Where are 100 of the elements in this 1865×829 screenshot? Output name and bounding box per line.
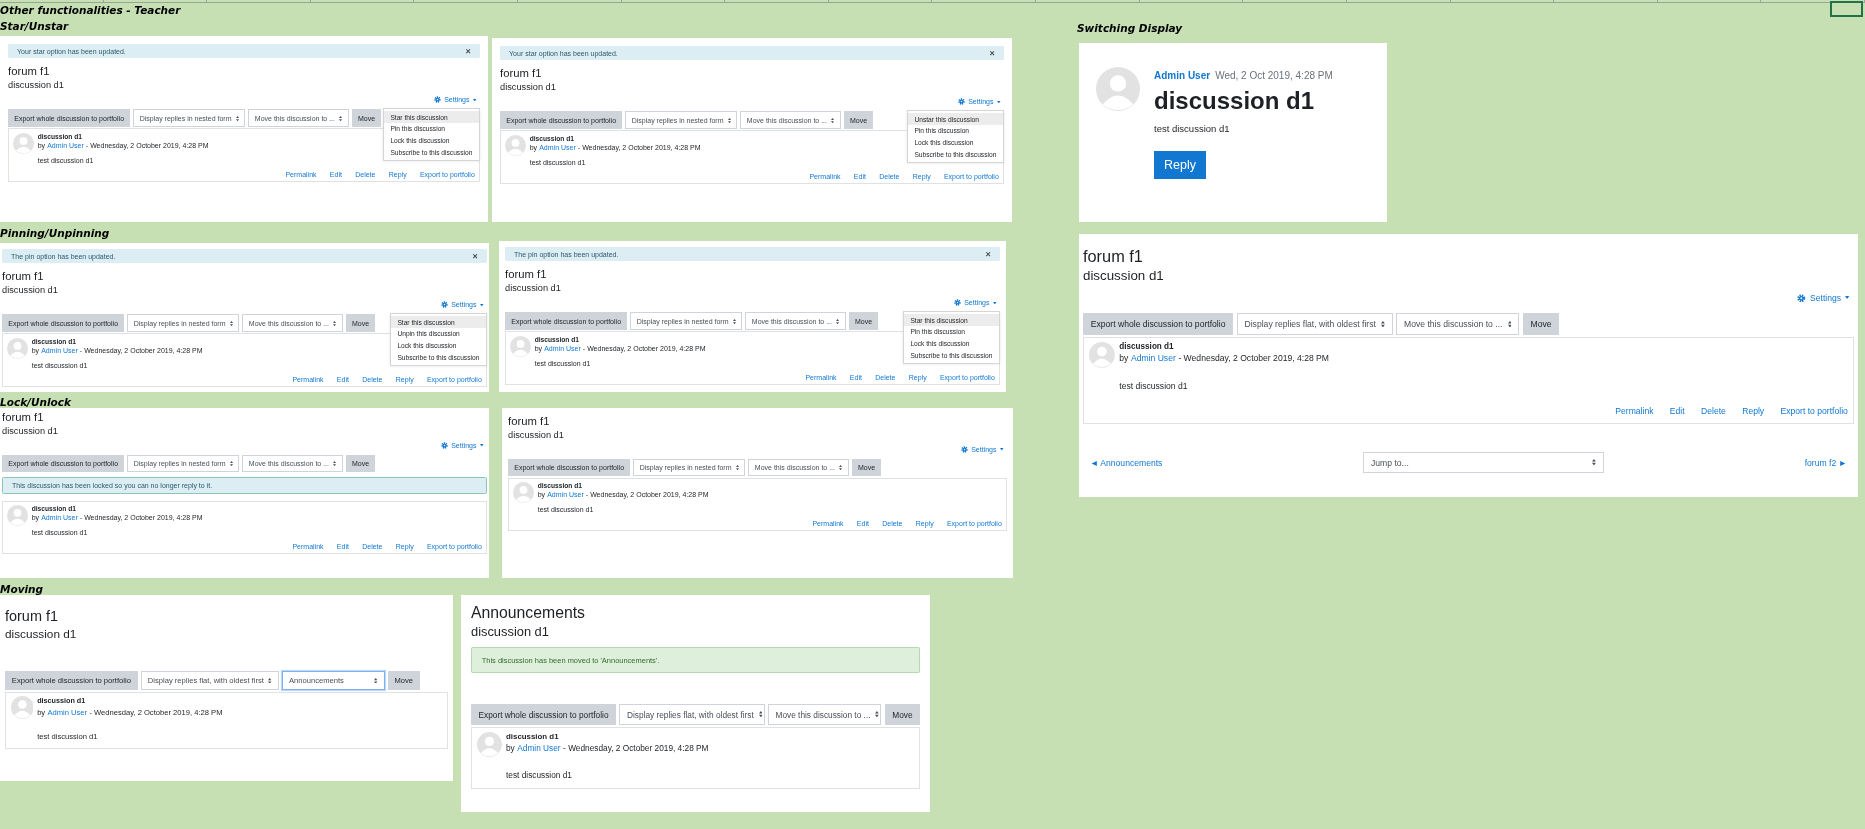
updown-arrows-icon: [735, 465, 739, 471]
author-link[interactable]: Admin User: [1130, 353, 1176, 364]
post-body: test discussion d1: [1154, 123, 1230, 134]
gear-icon: [433, 96, 441, 104]
caret-icon: [993, 301, 997, 305]
by-label: by: [1119, 353, 1129, 364]
forum-title: forum f1: [2, 269, 45, 285]
section-heading: Moving: [0, 583, 44, 595]
post-date: Wed, 2 Oct 2019, 4:28 PM: [1215, 70, 1333, 81]
updown-arrows-icon: [339, 115, 343, 121]
updown-arrows-icon: [1381, 320, 1385, 328]
export-button[interactable]: Export whole discussion to portfolio: [1083, 313, 1234, 335]
section-heading: Pinning/Unpinning: [0, 227, 110, 239]
updown-arrows-icon: [1592, 459, 1597, 466]
updown-arrows-icon: [831, 117, 835, 123]
avatar-icon: [7, 337, 29, 359]
section-heading: Switching Display: [1077, 22, 1183, 34]
avatar-icon: [7, 505, 29, 527]
post-body: test discussion d1: [1119, 380, 1189, 391]
updown-arrows-icon: [235, 115, 239, 121]
forum-title: forum f1: [505, 267, 548, 283]
updown-arrows-icon: [839, 465, 843, 471]
updown-arrows-icon: [758, 711, 763, 718]
avatar-icon: [13, 132, 35, 154]
previous-forum-link[interactable]: ◄ Announcements: [1089, 457, 1163, 468]
updown-arrows-icon: [333, 320, 337, 326]
author-link[interactable]: Admin User: [517, 743, 561, 754]
discussion-title: discussion d1: [1083, 267, 1165, 286]
gear-icon: [957, 98, 965, 106]
close-icon[interactable]: [464, 48, 471, 55]
caret-icon: [1845, 296, 1850, 300]
post-date: - Wednesday, 2 October 2019, 4:28 PM: [563, 743, 709, 754]
gear-icon: [1797, 293, 1806, 303]
post-action-link[interactable]: Delete: [1701, 406, 1726, 417]
reply-button[interactable]: Reply: [1154, 151, 1206, 179]
gear-icon: [953, 299, 961, 307]
caret-icon: [480, 444, 484, 447]
move-discussion-select[interactable]: Move this discussion to ...: [1396, 313, 1520, 335]
post-action-link[interactable]: Edit: [1669, 406, 1685, 417]
discussion-title: discussion d1: [1154, 87, 1315, 115]
display-mode-select[interactable]: Display replies flat, with oldest first: [619, 704, 765, 725]
caret-icon: [473, 98, 477, 102]
move-button[interactable]: Move: [884, 704, 920, 725]
discussion-title: discussion d1: [2, 424, 59, 438]
section-heading: Star/Unstar: [0, 20, 69, 32]
discussion-title: discussion d1: [471, 623, 550, 642]
avatar-icon: [476, 731, 502, 757]
move-button[interactable]: Move: [1522, 313, 1560, 335]
forum-title: forum f1: [1083, 246, 1144, 267]
caret-icon: [480, 303, 484, 307]
author-link[interactable]: Admin User: [1154, 70, 1211, 81]
selected-cell: [1830, 1, 1863, 17]
forum-title: forum f1: [8, 64, 51, 80]
gear-icon: [960, 446, 968, 453]
forum-title: forum f1: [508, 414, 551, 429]
caret-icon: [997, 100, 1001, 104]
gear-icon: [440, 442, 448, 449]
avatar-icon: [1096, 67, 1140, 111]
updown-arrows-icon: [333, 461, 337, 467]
forum-title: Announcements: [471, 603, 586, 623]
export-button[interactable]: Export whole discussion to portfolio: [471, 704, 616, 725]
updown-arrows-icon: [727, 117, 731, 123]
avatar-icon: [10, 696, 34, 720]
updown-arrows-icon: [229, 320, 233, 326]
settings-menu-button[interactable]: Settings: [1792, 291, 1854, 305]
discussion-title: discussion d1: [2, 284, 59, 298]
caret-icon: [1000, 448, 1004, 451]
updown-arrows-icon: [732, 318, 736, 324]
by-label: by: [506, 743, 515, 754]
move-discussion-select[interactable]: Move this discussion to ...: [767, 704, 882, 725]
close-icon[interactable]: [984, 251, 991, 258]
avatar-icon: [505, 134, 527, 156]
forum-title: forum f1: [5, 607, 59, 626]
discussion-title: discussion d1: [508, 428, 565, 442]
discussion-title: discussion d1: [505, 282, 562, 296]
sheet-title: Other functionalities - Teacher: [0, 4, 181, 16]
avatar-icon: [513, 482, 535, 504]
avatar-icon: [1089, 341, 1115, 368]
post-subject: discussion d1: [1119, 341, 1175, 351]
updown-arrows-icon: [836, 318, 840, 324]
post-action-link[interactable]: Permalink: [1615, 406, 1654, 417]
gear-icon: [440, 301, 448, 309]
updown-arrows-icon: [374, 677, 378, 684]
discussion-title: discussion d1: [8, 79, 65, 93]
avatar-icon: [510, 335, 532, 357]
discussion-title: discussion d1: [500, 81, 557, 95]
post-action-link[interactable]: Reply: [1742, 406, 1765, 417]
forum-title: forum f1: [500, 66, 543, 82]
updown-arrows-icon: [268, 677, 272, 684]
close-icon[interactable]: [471, 253, 478, 260]
section-heading: Lock/Unlock: [0, 396, 71, 408]
jump-to-select[interactable]: Jump to...: [1363, 452, 1604, 473]
updown-arrows-icon: [229, 461, 233, 467]
next-forum-link[interactable]: forum f2 ►: [1804, 457, 1848, 468]
post-action-link[interactable]: Export to portfolio: [1780, 406, 1848, 417]
forum-title: forum f1: [2, 410, 45, 425]
close-icon[interactable]: [988, 50, 995, 57]
updown-arrows-icon: [1507, 320, 1512, 328]
display-mode-select[interactable]: Display replies flat, with oldest first: [1236, 313, 1393, 335]
discussion-title: discussion d1: [5, 625, 78, 642]
